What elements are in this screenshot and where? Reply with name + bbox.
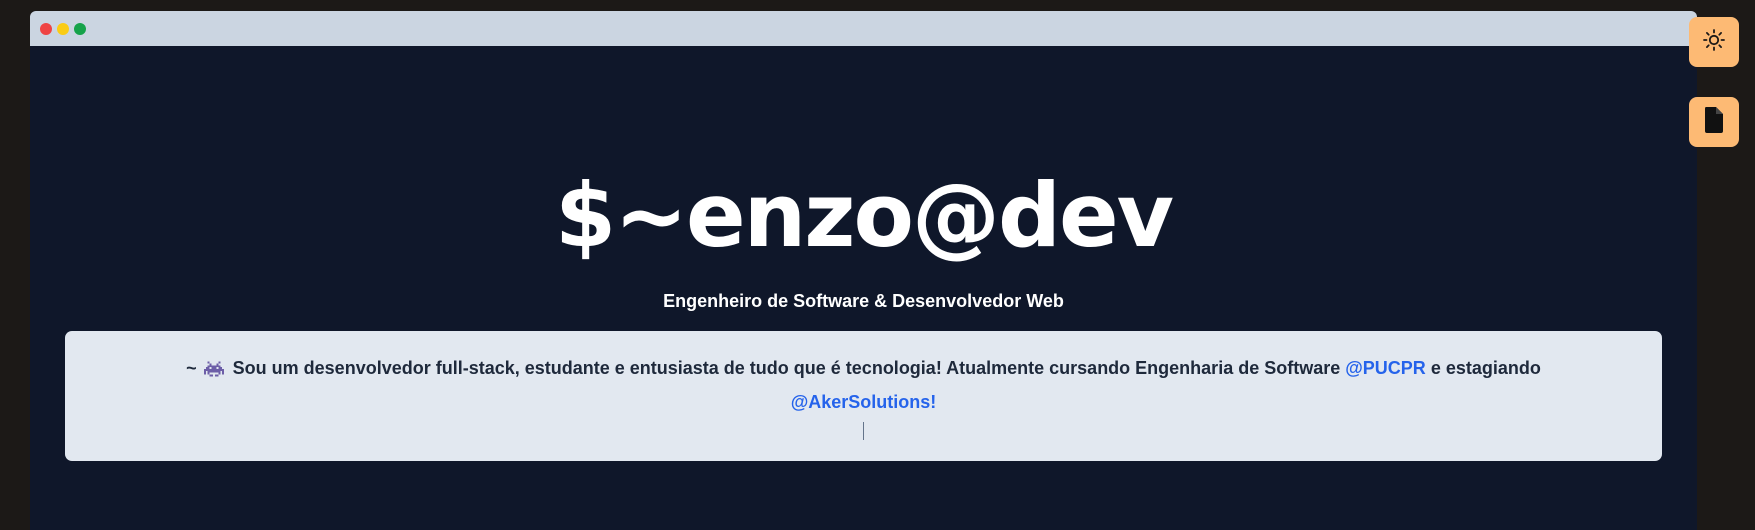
minimize-window-dot[interactable] xyxy=(57,22,69,35)
close-window-dot[interactable] xyxy=(40,22,52,35)
terminal-window: $~enzo@dev Engenheiro de Software & Dese… xyxy=(30,11,1697,530)
intro-card: ~ Sou um desenvolvedor full-stack, estud… xyxy=(65,331,1662,461)
maximize-window-dot[interactable] xyxy=(74,22,86,35)
pucpr-link[interactable]: @PUCPR xyxy=(1345,358,1426,378)
intro-prefix: ~ xyxy=(186,358,197,378)
window-titlebar xyxy=(30,11,1697,46)
typing-cursor xyxy=(863,422,864,440)
space-invader-icon xyxy=(203,356,224,387)
intro-connector: e estagiando xyxy=(1430,358,1541,378)
resume-button[interactable] xyxy=(1689,97,1739,147)
hero-title: $~enzo@dev xyxy=(554,164,1174,267)
intro-text: Sou um desenvolvedor full-stack, estudan… xyxy=(232,358,1341,378)
theme-toggle-button[interactable] xyxy=(1689,17,1739,67)
akersolutions-link[interactable]: @AkerSolutions! xyxy=(791,392,937,412)
sun-icon xyxy=(1702,28,1726,57)
hero-subtitle: Engenheiro de Software & Desenvolvedor W… xyxy=(663,291,1064,311)
document-icon xyxy=(1703,106,1725,139)
